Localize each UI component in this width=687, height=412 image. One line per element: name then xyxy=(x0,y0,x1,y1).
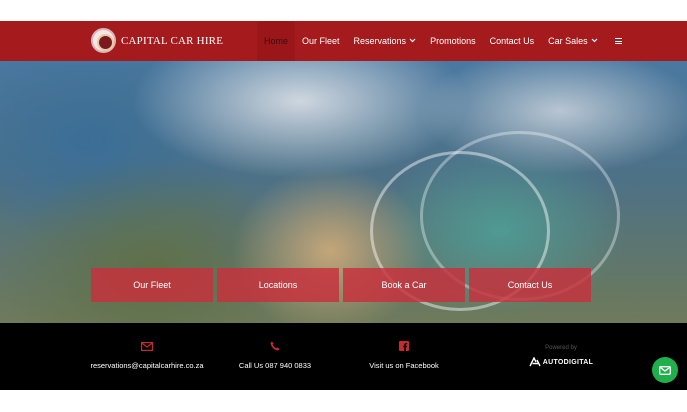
envelope-icon xyxy=(141,340,153,352)
footer-phone[interactable]: Call Us 087 940 0833 xyxy=(235,323,315,390)
nav-item-car-sales[interactable]: Car Sales xyxy=(541,21,605,61)
nav-item-our-fleet[interactable]: Our Fleet xyxy=(295,21,347,61)
logo-badge-icon xyxy=(91,28,116,53)
nav-item-label: Car Sales xyxy=(548,36,588,46)
footer-facebook-text[interactable]: Visit us on Facebook xyxy=(369,361,439,370)
main-nav: Home Our Fleet Reservations Promotions C… xyxy=(257,21,629,61)
page: CAPITAL CAR HIRE Home Our Fleet Reservat… xyxy=(0,0,687,412)
floating-mail-button[interactable] xyxy=(652,357,678,383)
footer: reservations@capitalcarhire.co.za Call U… xyxy=(0,323,687,390)
nav-item-reservations[interactable]: Reservations xyxy=(347,21,424,61)
hero-button-locations[interactable]: Locations xyxy=(217,268,339,302)
nav-item-promotions[interactable]: Promotions xyxy=(423,21,483,61)
powered-by-label: Powered by xyxy=(545,345,577,351)
nav-item-contact-us[interactable]: Contact Us xyxy=(483,21,542,61)
autodigital-logo[interactable]: AUTODIGITAL xyxy=(529,357,593,367)
nav-item-home[interactable]: Home xyxy=(257,21,296,61)
footer-email-text[interactable]: reservations@capitalcarhire.co.za xyxy=(90,361,203,370)
chevron-down-icon xyxy=(591,38,598,45)
hero-button-row: Our Fleet Locations Book a Car Contact U… xyxy=(91,268,591,302)
autodigital-brand-text: AUTODIGITAL xyxy=(542,358,594,366)
hamburger-icon xyxy=(614,38,622,44)
menu-toggle[interactable] xyxy=(605,21,629,61)
nav-item-label: Contact Us xyxy=(489,36,535,46)
hero-button-our-fleet[interactable]: Our Fleet xyxy=(91,268,213,302)
mail-icon xyxy=(659,365,671,375)
brand-logo[interactable]: CAPITAL CAR HIRE xyxy=(91,28,223,53)
chevron-down-icon xyxy=(409,38,416,45)
footer-email[interactable]: reservations@capitalcarhire.co.za xyxy=(90,323,204,390)
top-navbar: CAPITAL CAR HIRE Home Our Fleet Reservat… xyxy=(0,21,687,61)
footer-facebook[interactable]: Visit us on Facebook xyxy=(364,323,444,390)
nav-item-label: Our Fleet xyxy=(302,36,340,46)
footer-phone-text[interactable]: Call Us 087 940 0833 xyxy=(239,361,311,370)
brand-name: CAPITAL CAR HIRE xyxy=(121,34,224,47)
facebook-icon xyxy=(399,340,409,352)
footer-powered-by[interactable]: Powered by AUTODIGITAL xyxy=(526,323,596,390)
hero-button-contact-us[interactable]: Contact Us xyxy=(469,268,591,302)
nav-item-label: Promotions xyxy=(430,36,476,46)
autodigital-icon xyxy=(529,357,541,367)
phone-icon xyxy=(270,340,280,352)
hero-image: Our Fleet Locations Book a Car Contact U… xyxy=(0,61,687,323)
nav-item-label: Reservations xyxy=(353,36,407,46)
nav-item-label: Home xyxy=(264,36,289,46)
hero-button-book-a-car[interactable]: Book a Car xyxy=(343,268,465,302)
